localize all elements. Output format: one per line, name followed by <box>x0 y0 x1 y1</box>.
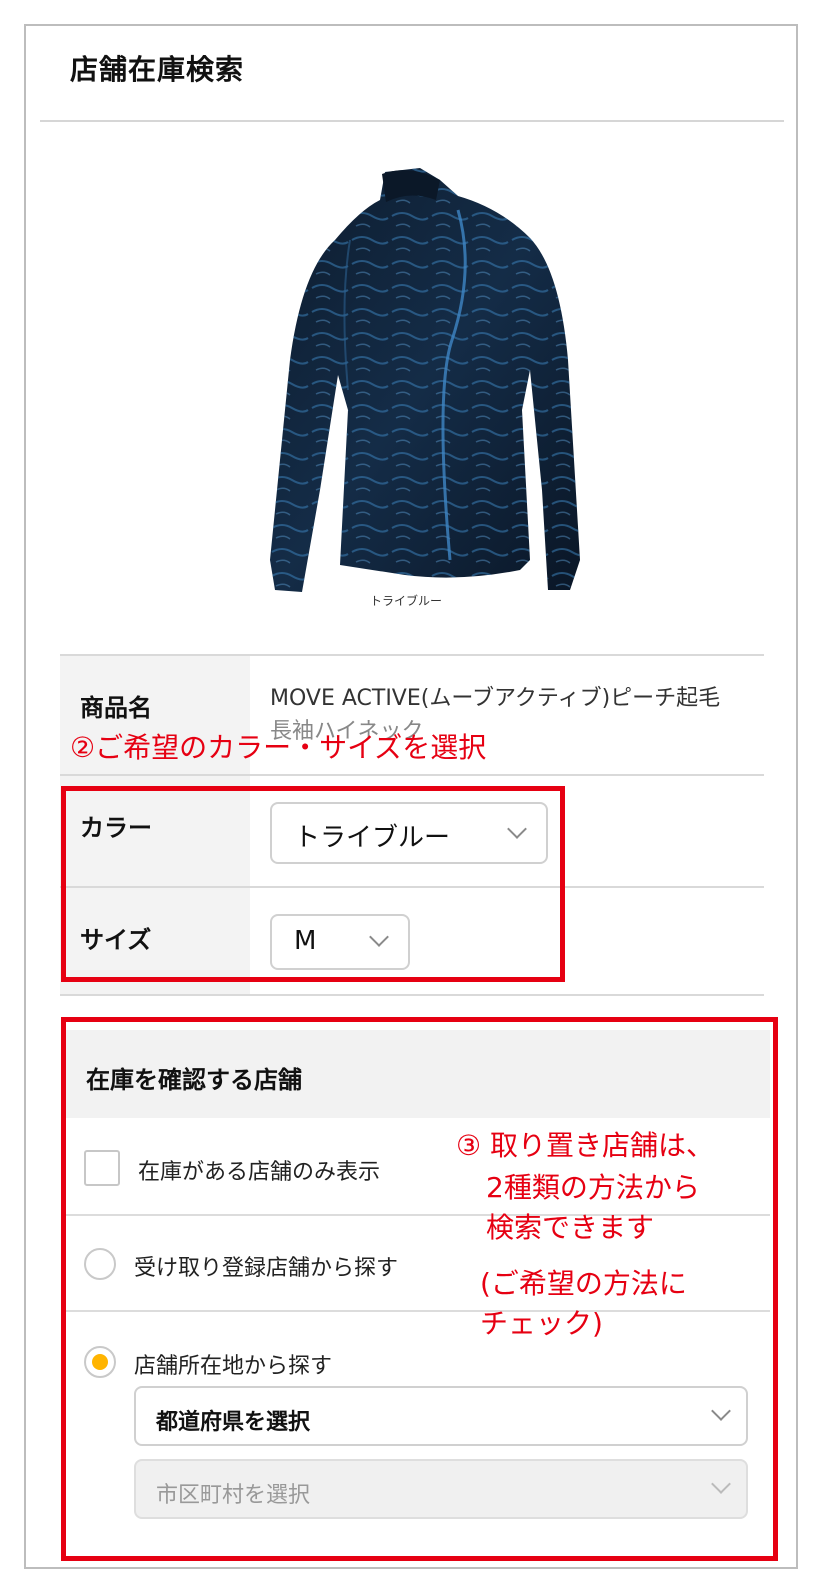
product-image <box>270 168 580 592</box>
page-title: 店舗在庫検索 <box>70 53 245 86</box>
step2-annotation: ②ご希望のカラー・サイズを選択 <box>70 731 487 764</box>
color-caption: トライブルー <box>370 594 443 608</box>
step3-highlight-box <box>61 1017 778 1561</box>
step2-highlight-box <box>61 786 565 982</box>
product-name-line1: MOVE ACTIVE(ムーブアクティブ)ピーチ起毛 <box>270 686 721 711</box>
product-name-label: 商品名 <box>80 694 152 722</box>
title-divider <box>40 120 784 122</box>
